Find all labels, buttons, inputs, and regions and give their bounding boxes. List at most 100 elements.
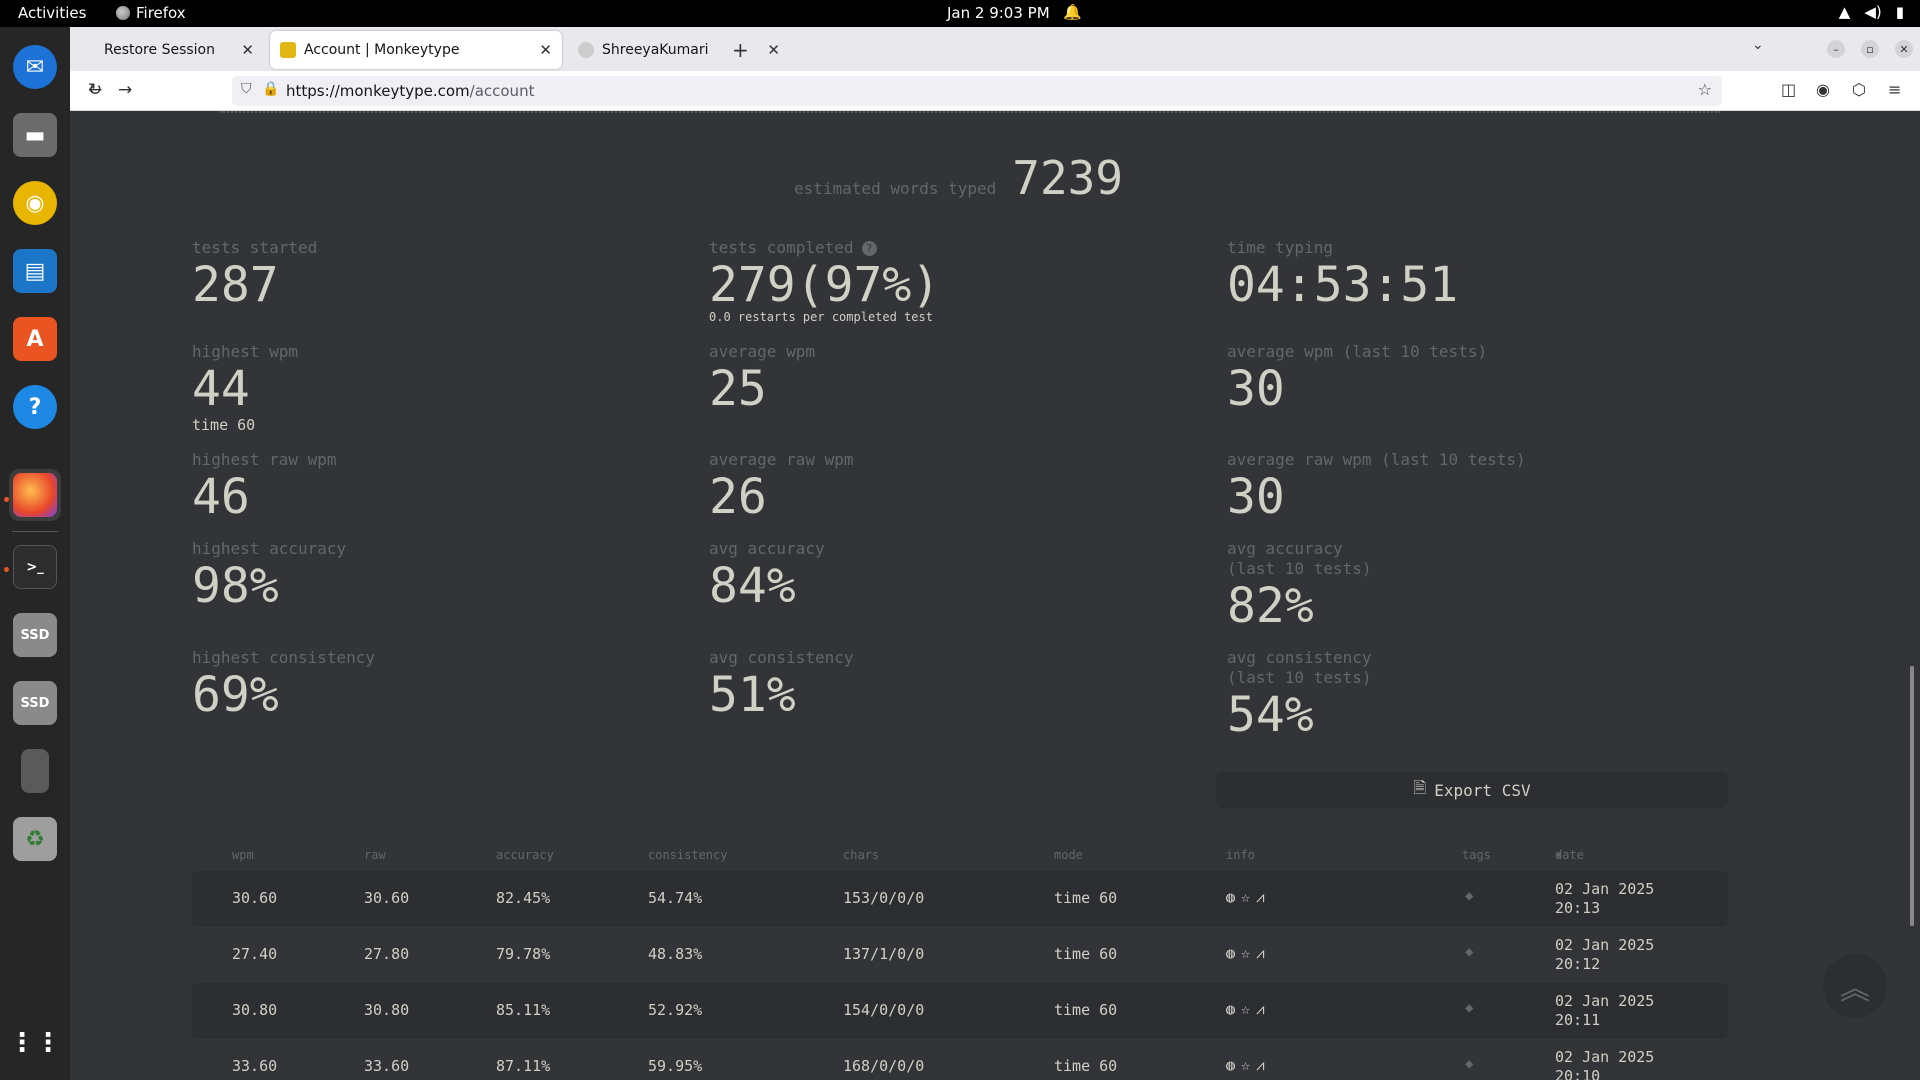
dock-thunderbird[interactable]: ✉ bbox=[9, 41, 61, 93]
tag-icon[interactable]: ◆ bbox=[1465, 1000, 1473, 1016]
cell-consistency: 59.95% bbox=[648, 1057, 703, 1075]
table-row[interactable]: 33.60 33.60 87.11% 59.95% 168/0/0/0 time… bbox=[192, 1039, 1728, 1080]
cell-raw: 30.60 bbox=[364, 889, 410, 907]
show-apps-button[interactable]: ⋮⋮ bbox=[9, 1017, 61, 1069]
cell-date: 02 Jan 2025 20:11 bbox=[1555, 992, 1654, 1030]
dock: ✉ ▬ ◉ ▤ A ? >_ SSD SSD ♻ ⋮⋮ bbox=[0, 27, 70, 1080]
cell-accuracy: 82.45% bbox=[496, 889, 551, 907]
date-day: 02 Jan 2025 bbox=[1555, 936, 1655, 954]
forward-arrow-icon[interactable]: → bbox=[118, 80, 132, 100]
tab-label: ShreeyaKumari bbox=[602, 42, 709, 58]
estimated-words-typed: estimated words typed 7239 bbox=[794, 151, 1123, 205]
pocket-icon[interactable]: ◫ bbox=[1781, 80, 1796, 99]
github-favicon bbox=[578, 42, 594, 58]
tag-icon[interactable]: ◆ bbox=[1465, 1056, 1473, 1072]
cell-info: ◍ ☆ ⩘ bbox=[1226, 1056, 1265, 1074]
globe-icon[interactable]: ◍ bbox=[1226, 1000, 1235, 1018]
battery-icon: ▮ bbox=[1895, 3, 1904, 21]
tab-shreeyakumari[interactable]: ShreeyaKumari ✕ bbox=[568, 31, 790, 69]
activities-button[interactable]: Activities bbox=[18, 4, 86, 22]
firefox-small-icon bbox=[116, 6, 130, 20]
dock-files[interactable]: ▬ bbox=[9, 109, 61, 161]
star-icon[interactable]: ☆ bbox=[1241, 888, 1250, 906]
clock[interactable]: Jan 2 9:03 PM bbox=[947, 4, 1050, 22]
dock-removable[interactable] bbox=[9, 745, 61, 797]
star-icon[interactable]: ☆ bbox=[1241, 1000, 1250, 1018]
stat-value: 98% bbox=[192, 558, 279, 614]
cell-date: 02 Jan 2025 20:12 bbox=[1555, 936, 1654, 974]
tag-icon[interactable]: ◆ bbox=[1465, 944, 1473, 960]
close-icon[interactable]: ✕ bbox=[241, 41, 254, 59]
date-day: 02 Jan 2025 bbox=[1555, 992, 1655, 1010]
page-scrollbar[interactable] bbox=[1910, 666, 1914, 926]
stat-label: time typing bbox=[1227, 238, 1333, 257]
close-window-button[interactable]: ✕ bbox=[1895, 40, 1913, 58]
cell-info: ◍ ☆ ⩘ bbox=[1226, 1000, 1265, 1018]
dock-help[interactable]: ? bbox=[9, 381, 61, 433]
lock-icon[interactable]: 🔒 bbox=[262, 81, 279, 97]
dock-rhythmbox[interactable]: ◉ bbox=[9, 177, 61, 229]
monkeytype-account-page: estimated words typed 7239 tests started… bbox=[70, 111, 1920, 1080]
header-mode[interactable]: mode bbox=[1054, 848, 1083, 862]
star-icon[interactable]: ☆ bbox=[1241, 944, 1250, 962]
tab-restore-session[interactable]: Restore Session ✕ bbox=[70, 31, 264, 69]
globe-icon[interactable]: ◍ bbox=[1226, 888, 1235, 906]
chart-icon[interactable]: ⩘ bbox=[1256, 1056, 1264, 1074]
new-tab-button[interactable]: + bbox=[732, 38, 749, 62]
monkeytype-favicon bbox=[280, 42, 296, 58]
table-row[interactable]: 30.60 30.60 82.45% 54.74% 153/0/0/0 time… bbox=[192, 871, 1728, 927]
globe-icon[interactable]: ◍ bbox=[1226, 1056, 1235, 1074]
stat-value: 51% bbox=[709, 667, 796, 723]
chart-icon[interactable]: ⩘ bbox=[1256, 1000, 1264, 1018]
header-consistency[interactable]: consistency bbox=[648, 848, 727, 862]
dock-trash[interactable]: ♻ bbox=[9, 813, 61, 865]
dock-ssd-1[interactable]: SSD bbox=[9, 609, 61, 661]
header-tags: tags bbox=[1462, 848, 1491, 862]
reload-icon[interactable]: ↻ bbox=[88, 80, 102, 100]
table-row[interactable]: 30.80 30.80 85.11% 52.92% 154/0/0/0 time… bbox=[192, 983, 1728, 1039]
header-raw[interactable]: raw bbox=[364, 848, 386, 862]
globe-icon[interactable]: ◍ bbox=[1226, 944, 1235, 962]
tab-monkeytype[interactable]: Account | Monkeytype ✕ bbox=[270, 31, 562, 69]
url-bar[interactable]: ⛉ 🔒 https://monkeytype.com/account ☆ bbox=[232, 76, 1722, 106]
extensions-icon[interactable]: ⬡ bbox=[1852, 80, 1866, 99]
close-icon[interactable]: ✕ bbox=[767, 41, 780, 59]
dock-terminal[interactable]: >_ bbox=[9, 541, 61, 593]
url-path: /account bbox=[469, 82, 535, 100]
minimize-button[interactable]: – bbox=[1827, 40, 1845, 58]
header-chars[interactable]: chars bbox=[843, 848, 879, 862]
tab-list-chevron-icon[interactable]: ⌄ bbox=[1752, 37, 1764, 53]
dock-firefox[interactable] bbox=[9, 469, 61, 521]
sort-down-icon: ▾ bbox=[1555, 848, 1563, 862]
tag-icon[interactable]: ◆ bbox=[1465, 888, 1473, 904]
double-chevron-up-icon: ︽ bbox=[1840, 972, 1870, 1007]
dock-writer[interactable]: ▤ bbox=[9, 245, 61, 297]
table-row[interactable]: 27.40 27.80 79.78% 48.83% 137/1/0/0 time… bbox=[192, 927, 1728, 983]
tab-label: Restore Session bbox=[104, 42, 215, 58]
dock-ssd-2[interactable]: SSD bbox=[9, 677, 61, 729]
dock-appcenter[interactable]: A bbox=[9, 313, 61, 365]
header-accuracy[interactable]: accuracy bbox=[496, 848, 554, 862]
url-text[interactable]: https://monkeytype.com/account bbox=[286, 82, 534, 100]
app-menu[interactable]: Firefox bbox=[116, 4, 186, 22]
chart-icon[interactable]: ⩘ bbox=[1256, 944, 1264, 962]
export-csv-button[interactable]: 🗎 Export CSV bbox=[1216, 772, 1728, 808]
firefox-icon bbox=[13, 473, 57, 517]
header-wpm[interactable]: wpm bbox=[232, 848, 254, 862]
stat-label: avg accuracy (last 10 tests) bbox=[1227, 539, 1372, 578]
date-time: 20:13 bbox=[1555, 899, 1601, 917]
estimated-words-label: estimated words typed bbox=[794, 179, 997, 198]
chart-icon[interactable]: ⩘ bbox=[1256, 888, 1264, 906]
system-tray[interactable]: ▲ ◀) ▮ bbox=[1839, 3, 1904, 21]
close-icon[interactable]: ✕ bbox=[539, 41, 552, 59]
star-icon[interactable]: ☆ bbox=[1241, 1056, 1250, 1074]
menu-icon[interactable]: ≡ bbox=[1888, 80, 1901, 99]
cell-raw: 33.60 bbox=[364, 1057, 410, 1075]
bookmark-star-icon[interactable]: ☆ bbox=[1698, 80, 1712, 99]
files-icon: ▬ bbox=[13, 113, 57, 157]
maximize-button[interactable]: ▫ bbox=[1861, 40, 1879, 58]
help-icon[interactable]: ? bbox=[861, 241, 877, 256]
account-icon[interactable]: ◉ bbox=[1816, 80, 1830, 99]
shield-icon[interactable]: ⛉ bbox=[241, 81, 252, 97]
scroll-to-top-button[interactable]: ︽ bbox=[1823, 954, 1887, 1018]
